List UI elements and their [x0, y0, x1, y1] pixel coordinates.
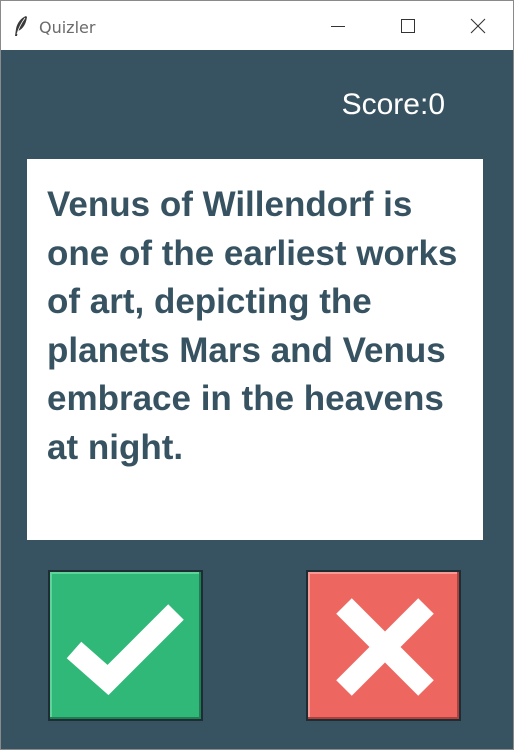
question-card: Venus of Willendorf is one of the earlie… [27, 159, 483, 540]
minimize-icon [331, 25, 345, 27]
close-button[interactable] [443, 1, 513, 50]
minimize-button[interactable] [303, 1, 373, 50]
true-button[interactable] [48, 570, 203, 721]
close-icon [470, 18, 486, 33]
app-window: Quizler Score:0 Venus of Willendorf is o… [0, 0, 514, 750]
false-button[interactable] [306, 570, 461, 721]
question-text: Venus of Willendorf is one of the earlie… [47, 185, 458, 467]
title-bar[interactable]: Quizler [1, 1, 513, 50]
score-label: Score:0 [341, 88, 445, 121]
cross-icon [336, 598, 434, 696]
maximize-icon [401, 18, 415, 33]
maximize-button[interactable] [373, 1, 443, 50]
window-title: Quizler [39, 18, 96, 37]
check-icon [66, 604, 184, 696]
feather-icon [13, 15, 29, 37]
